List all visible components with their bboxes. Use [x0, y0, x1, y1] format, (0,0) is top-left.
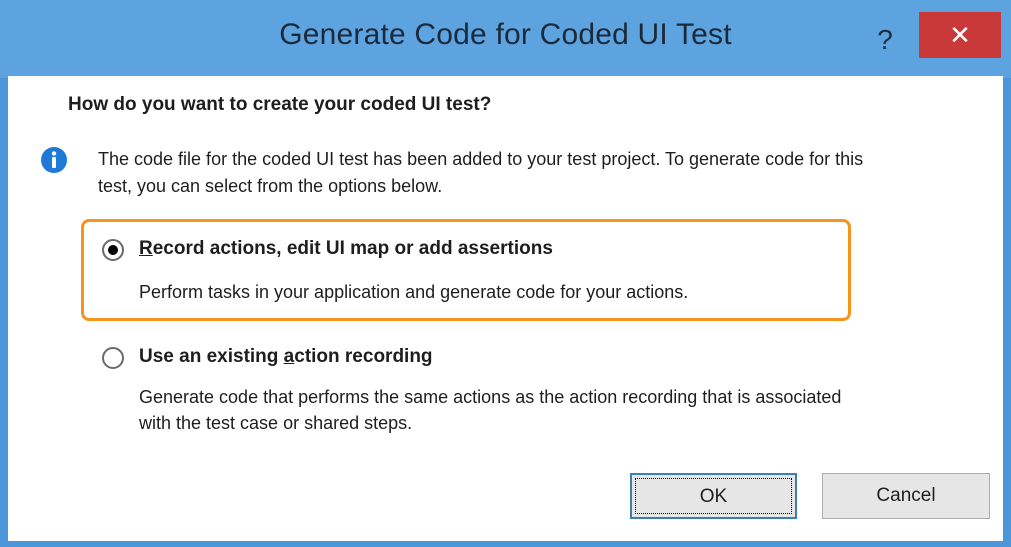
help-button[interactable]: ?	[870, 20, 900, 60]
radio-selected-dot	[108, 245, 118, 255]
dialog-content: How do you want to create your coded UI …	[8, 76, 1003, 541]
option-existing-recording[interactable]: Use an existing action recording Generat…	[81, 331, 851, 441]
record-actions-description: Perform tasks in your application and ge…	[139, 282, 689, 302]
dialog-title: Generate Code for Coded UI Test	[279, 18, 732, 51]
existing-recording-radio[interactable]	[102, 347, 124, 369]
ok-button[interactable]: OK	[630, 473, 797, 519]
existing-recording-label-end: ction recording	[294, 346, 433, 367]
close-button[interactable]: ✕	[919, 12, 1001, 58]
existing-recording-label-start: Use an existing	[139, 346, 284, 367]
access-key-r: R	[139, 238, 153, 259]
record-actions-radio[interactable]	[102, 239, 124, 261]
access-key-a: a	[283, 346, 295, 367]
dialog-window: Generate Code for Coded UI Test ? ✕ How …	[0, 0, 1011, 547]
record-actions-label-text: ecord actions, edit UI map or add assert…	[152, 238, 553, 259]
record-actions-label: Record actions, edit UI map or add asser…	[139, 238, 553, 260]
existing-recording-label: Use an existing action recording	[139, 346, 433, 368]
info-message: The code file for the coded UI test has …	[98, 149, 864, 196]
cancel-button[interactable]: Cancel	[822, 473, 990, 519]
existing-recording-description: Generate code that performs the same act…	[139, 387, 842, 433]
question-heading: How do you want to create your coded UI …	[68, 94, 492, 115]
info-icon	[40, 146, 68, 174]
option-record-actions[interactable]: Record actions, edit UI map or add asser…	[81, 219, 851, 321]
title-bar[interactable]: Generate Code for Coded UI Test ? ✕	[0, 0, 1011, 78]
